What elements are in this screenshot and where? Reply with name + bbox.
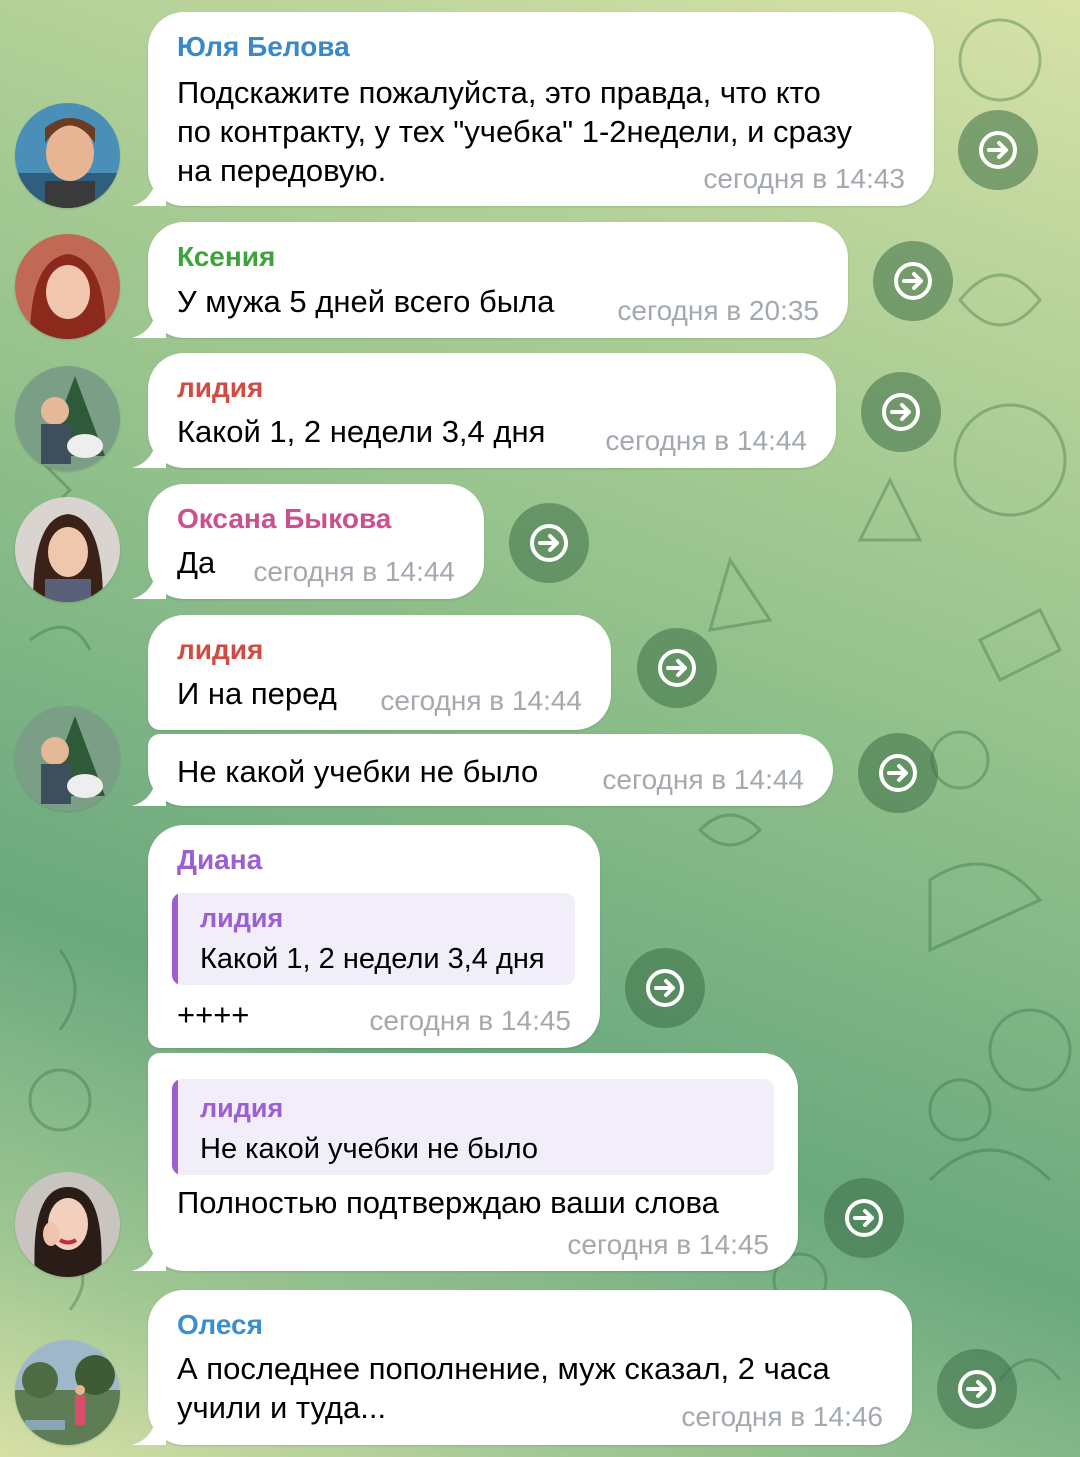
sender-name[interactable]: Диана (177, 843, 262, 877)
message-timestamp: сегодня в 14:44 (605, 425, 807, 456)
message-bubble[interactable]: лидия Не какой учебки не было Полностью … (148, 1053, 798, 1271)
message-text-line: Подскажите пожалуйста, это правда, что к… (177, 75, 821, 110)
forward-arrow-icon (646, 969, 684, 1007)
message-text-line: Да (177, 545, 216, 580)
sender-name[interactable]: Ксения (177, 240, 275, 274)
forward-arrow-icon (979, 131, 1017, 169)
forward-arrow-icon (879, 754, 917, 792)
sender-name[interactable]: лидия (177, 371, 263, 405)
forward-arrow-icon (845, 1199, 883, 1237)
message-text-line: ++++ (177, 997, 250, 1032)
message-bubble[interactable]: Диана лидия Какой 1, 2 недели 3,4 дня ++… (148, 825, 600, 1048)
message-text-line: Не какой учебки не было (177, 754, 539, 789)
sender-name[interactable]: Оксана Быкова (177, 502, 391, 536)
reply-accent-bar (172, 893, 178, 985)
reply-quote[interactable]: лидия Какой 1, 2 недели 3,4 дня (172, 893, 575, 985)
message-timestamp: сегодня в 14:46 (681, 1401, 883, 1432)
sender-name[interactable]: Юля Белова (177, 30, 350, 64)
forward-button[interactable] (509, 503, 589, 583)
message-bubble[interactable]: Олеся А последнее пополнение, муж сказал… (148, 1290, 912, 1445)
message-timestamp: сегодня в 14:45 (567, 1229, 769, 1260)
message-timestamp: сегодня в 14:44 (253, 556, 455, 587)
avatar-kseniya[interactable] (15, 234, 120, 339)
message-bubble[interactable]: лидия И на перед сегодня в 14:44 (148, 615, 611, 730)
avatar-lidiya[interactable] (15, 366, 120, 471)
forward-arrow-icon (958, 1370, 996, 1408)
message-timestamp: сегодня в 20:35 (617, 295, 819, 326)
forward-arrow-icon (882, 393, 920, 431)
avatar-lidiya[interactable] (15, 706, 120, 811)
reply-text: Не какой учебки не было (200, 1133, 538, 1165)
message-timestamp: сегодня в 14:45 (369, 1005, 571, 1036)
sender-name[interactable]: Олеся (177, 1308, 263, 1342)
forward-arrow-icon (658, 649, 696, 687)
message-bubble[interactable]: лидия Какой 1, 2 недели 3,4 дня сегодня … (148, 353, 836, 468)
reply-accent-bar (172, 1079, 178, 1175)
forward-button[interactable] (824, 1178, 904, 1258)
forward-arrow-icon (530, 524, 568, 562)
message-bubble[interactable]: Ксения У мужа 5 дней всего была сегодня … (148, 222, 848, 338)
message-text-line: У мужа 5 дней всего была (177, 284, 555, 319)
forward-button[interactable] (858, 733, 938, 813)
avatar-oksana-bykova[interactable] (15, 497, 120, 602)
message-bubble[interactable]: Не какой учебки не было сегодня в 14:44 (148, 734, 833, 806)
message-text-line: на передовую. (177, 153, 387, 188)
sender-name[interactable]: лидия (177, 633, 263, 667)
message-text-line: по контракту, у тех "учебка" 1-2недели, … (177, 114, 853, 149)
forward-button[interactable] (937, 1349, 1017, 1429)
message-text-line: Полностью подтверждаю ваши слова (177, 1185, 719, 1220)
avatar-yulia-belova[interactable] (15, 103, 120, 208)
forward-arrow-icon (894, 262, 932, 300)
message-text-line: учили и туда... (177, 1390, 387, 1425)
reply-quote[interactable]: лидия Не какой учебки не было (172, 1079, 774, 1175)
avatar-diana[interactable] (15, 1172, 120, 1277)
message-timestamp: сегодня в 14:44 (380, 685, 582, 716)
reply-author: лидия (200, 1093, 284, 1123)
avatar-olesya[interactable] (15, 1340, 120, 1445)
message-text-line: Какой 1, 2 недели 3,4 дня (177, 414, 546, 449)
forward-button[interactable] (637, 628, 717, 708)
message-text-line: А последнее пополнение, муж сказал, 2 ча… (177, 1351, 830, 1386)
forward-button[interactable] (873, 241, 953, 321)
forward-button[interactable] (958, 110, 1038, 190)
message-bubble[interactable]: Юля Белова Подскажите пожалуйста, это пр… (148, 12, 934, 206)
forward-button[interactable] (625, 948, 705, 1028)
message-timestamp: сегодня в 14:43 (703, 163, 905, 194)
message-text-line: И на перед (177, 676, 337, 711)
message-bubble[interactable]: Оксана Быкова Да сегодня в 14:44 (148, 484, 484, 599)
reply-text: Какой 1, 2 недели 3,4 дня (200, 943, 545, 975)
forward-button[interactable] (861, 372, 941, 452)
reply-author: лидия (200, 903, 284, 933)
message-timestamp: сегодня в 14:44 (602, 764, 804, 795)
